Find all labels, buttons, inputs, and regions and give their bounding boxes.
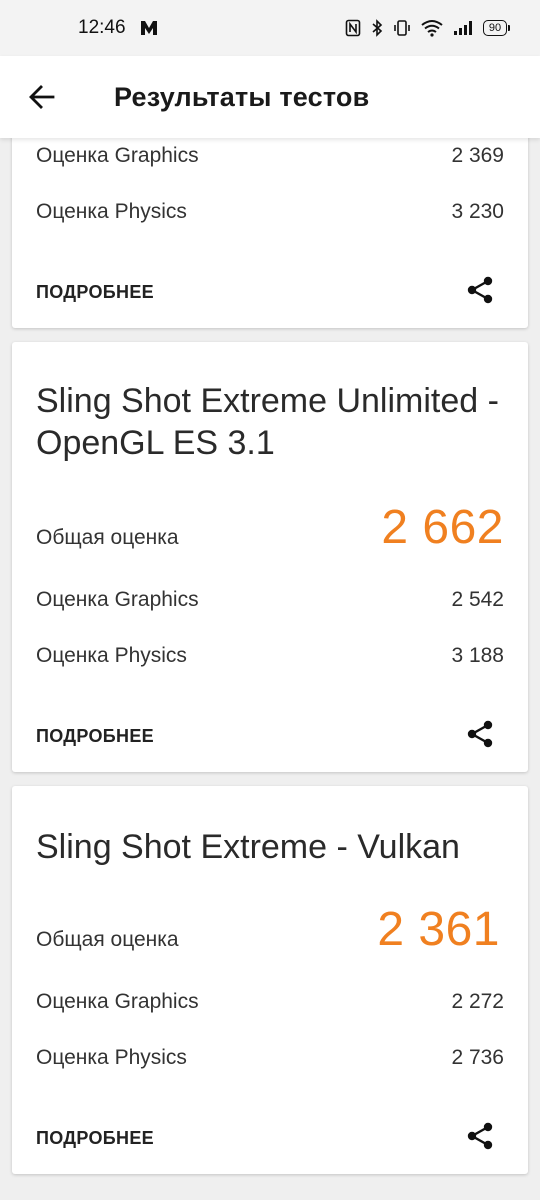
nfc-icon	[345, 19, 361, 37]
physics-score-value: 2 736	[451, 1046, 504, 1069]
share-button[interactable]	[460, 714, 500, 754]
share-button[interactable]	[460, 1116, 500, 1156]
graphics-score-value: 2 272	[451, 990, 504, 1013]
battery-level: 90	[483, 20, 507, 36]
bluetooth-icon	[371, 19, 383, 37]
status-bar: 12:46 90	[0, 0, 540, 56]
status-time: 12:46	[78, 17, 126, 38]
physics-score-label: Оценка Physics	[36, 200, 187, 223]
result-card: Оценка Graphics 2 369 Оценка Physics 3 2…	[12, 138, 528, 328]
benchmark-title: Sling Shot Extreme - Vulkan	[36, 828, 460, 866]
graphics-score-label: Оценка Graphics	[36, 144, 199, 167]
physics-score-label: Оценка Physics	[36, 644, 187, 667]
results-list[interactable]: Оценка Graphics 2 369 Оценка Physics 3 2…	[0, 138, 540, 1200]
more-details-link[interactable]: ПОДРОБНЕЕ	[36, 282, 154, 303]
graphics-score-row: Оценка Graphics 2 542	[36, 588, 504, 612]
back-button[interactable]	[18, 73, 66, 121]
physics-score-label: Оценка Physics	[36, 1046, 187, 1069]
graphics-score-row: Оценка Graphics 2 272	[36, 990, 504, 1014]
result-card: Sling Shot Extreme - Vulkan Общая оценка…	[12, 786, 528, 1174]
wifi-icon	[421, 19, 443, 37]
physics-score-row: Оценка Physics 3 188	[36, 644, 504, 668]
vibrate-icon	[393, 19, 411, 37]
physics-score-row: Оценка Physics 3 230	[36, 200, 504, 224]
physics-score-value: 3 230	[451, 200, 504, 223]
share-button[interactable]	[460, 270, 500, 310]
share-icon	[467, 1122, 493, 1150]
graphics-score-label: Оценка Graphics	[36, 990, 199, 1013]
signal-icon	[453, 20, 473, 36]
graphics-score-value: 2 369	[451, 144, 504, 167]
battery-icon: 90	[483, 20, 510, 36]
app-bar: Результаты тестов	[0, 56, 540, 138]
graphics-score-label: Оценка Graphics	[36, 588, 199, 611]
physics-score-value: 3 188	[451, 644, 504, 667]
arrow-left-icon	[29, 85, 55, 109]
total-score-value: 2 662	[381, 501, 504, 554]
m-app-icon	[140, 20, 158, 36]
total-score-label: Общая оценка	[36, 928, 179, 951]
physics-score-row: Оценка Physics 2 736	[36, 1046, 504, 1070]
page-title: Результаты тестов	[114, 81, 370, 112]
result-card: Sling Shot Extreme Unlimited - OpenGL ES…	[12, 342, 528, 772]
graphics-score-row: Оценка Graphics 2 369	[36, 144, 504, 168]
total-score-value: 2 361	[377, 903, 500, 956]
benchmark-title: Sling Shot Extreme Unlimited - OpenGL ES…	[36, 382, 499, 462]
share-icon	[467, 720, 493, 748]
more-details-link[interactable]: ПОДРОБНЕЕ	[36, 1128, 154, 1149]
share-icon	[467, 276, 493, 304]
total-score-label: Общая оценка	[36, 526, 179, 549]
graphics-score-value: 2 542	[451, 588, 504, 611]
more-details-link[interactable]: ПОДРОБНЕЕ	[36, 726, 154, 747]
